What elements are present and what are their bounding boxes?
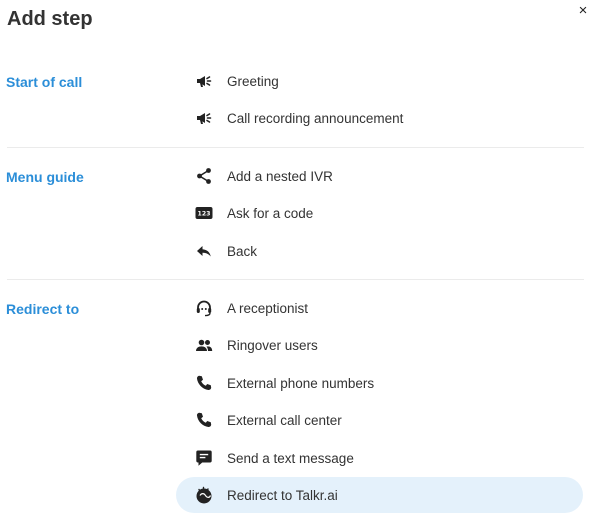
section-divider <box>7 147 584 148</box>
megaphone-icon <box>195 72 213 90</box>
step-option-label: Back <box>227 243 258 259</box>
step-option-label: Ask for a code <box>227 205 314 221</box>
step-option-ask-for-code[interactable]: 123 Ask for a code <box>176 195 583 231</box>
step-option-external-call-center[interactable]: External call center <box>176 402 583 438</box>
keypad-123-icon: 123 <box>195 204 213 222</box>
step-option-external-phone-numbers[interactable]: External phone numbers <box>176 365 583 401</box>
step-option-label: A receptionist <box>227 300 309 316</box>
step-option-back[interactable]: Back <box>176 233 583 269</box>
dialog-title: Add step <box>7 8 93 30</box>
share-icon <box>195 167 213 185</box>
phone-icon <box>195 374 213 392</box>
step-option-greeting[interactable]: Greeting <box>176 63 583 99</box>
step-option-label: Ringover users <box>227 337 318 353</box>
step-option-ringover-users[interactable]: Ringover users <box>176 327 583 363</box>
step-option-label: Call recording announcement <box>227 110 404 126</box>
headset-icon <box>195 299 213 317</box>
megaphone-icon <box>195 109 213 127</box>
section-title-menu-guide: Menu guide <box>6 169 84 185</box>
step-option-add-nested-ivr[interactable]: Add a nested IVR <box>176 158 583 194</box>
step-option-call-recording-announcement[interactable]: Call recording announcement <box>176 100 583 136</box>
step-option-label: Redirect to Talkr.ai <box>227 487 338 503</box>
step-option-label: Add a nested IVR <box>227 168 333 184</box>
message-icon <box>195 449 213 467</box>
step-option-receptionist[interactable]: A receptionist <box>176 290 583 326</box>
step-option-label: Send a text message <box>227 450 354 466</box>
phone-icon <box>195 411 213 429</box>
users-icon <box>195 336 213 354</box>
keypad-icon-text: 123 <box>198 211 211 218</box>
section-title-start-of-call: Start of call <box>6 74 83 90</box>
reply-arrow-icon <box>195 242 213 260</box>
step-option-redirect-talkr-ai[interactable]: Redirect to Talkr.ai <box>176 477 583 513</box>
step-option-label: Greeting <box>227 73 279 89</box>
step-option-label: External phone numbers <box>227 375 375 391</box>
step-option-send-text-message[interactable]: Send a text message <box>176 440 583 476</box>
close-icon[interactable]: × <box>576 3 590 18</box>
section-divider <box>7 279 584 280</box>
step-option-label: External call center <box>227 412 342 428</box>
section-title-redirect-to: Redirect to <box>6 301 80 317</box>
talkr-ai-icon <box>195 486 213 504</box>
